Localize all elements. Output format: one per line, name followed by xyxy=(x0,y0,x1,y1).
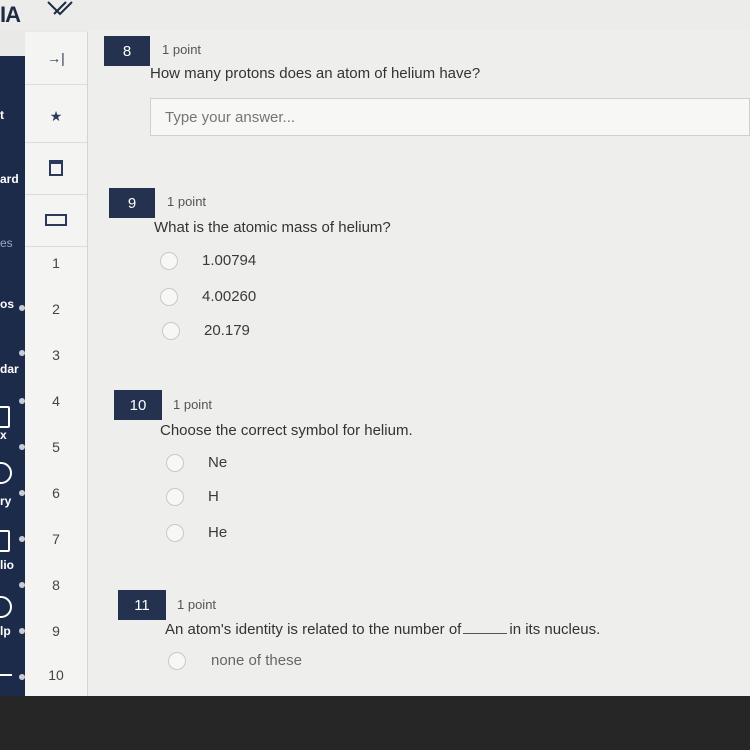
option-label[interactable]: 4.00260 xyxy=(202,288,256,305)
palette-question-9[interactable]: 9 xyxy=(25,608,87,654)
question-number-badge: 8 xyxy=(104,36,150,66)
palette-question-6[interactable]: 6 xyxy=(25,470,87,516)
option-label[interactable]: Ne xyxy=(208,454,227,471)
nav-item-label[interactable]: x xyxy=(0,428,7,442)
option-label[interactable]: none of these xyxy=(211,652,302,669)
palette-question-2[interactable]: 2 xyxy=(25,286,87,332)
answer-input[interactable] xyxy=(150,98,750,136)
option-label[interactable]: 20.179 xyxy=(204,322,250,339)
option-label[interactable]: 1.00794 xyxy=(202,252,256,269)
tools-icon[interactable] xyxy=(46,0,74,20)
help-icon xyxy=(0,596,12,618)
option-label[interactable]: H xyxy=(208,488,219,505)
nav-item-label[interactable]: es xyxy=(0,236,13,250)
menu-icon[interactable] xyxy=(0,674,12,676)
bookmark-icon[interactable] xyxy=(25,142,87,195)
question-number-badge: 9 xyxy=(109,188,155,218)
option-radio[interactable] xyxy=(168,652,186,670)
palette-question-10[interactable]: 10 xyxy=(25,652,87,698)
question-text: An atom's identity is related to the num… xyxy=(165,621,600,638)
question-text: Choose the correct symbol for helium. xyxy=(160,422,413,439)
pin-icon[interactable]: ★ xyxy=(25,90,87,143)
history-icon xyxy=(0,462,12,484)
question-text: What is the atomic mass of helium? xyxy=(154,219,391,236)
app-logo: IA xyxy=(0,2,21,27)
nav-item-label[interactable]: t xyxy=(0,108,4,122)
quiz-content: 8 1 point How many protons does an atom … xyxy=(88,30,750,696)
nav-item-label[interactable]: dar xyxy=(0,362,19,376)
option-radio[interactable] xyxy=(160,288,178,306)
nav-item-label[interactable]: ard xyxy=(0,172,19,186)
portfolio-icon xyxy=(0,530,10,552)
palette-question-7[interactable]: 7 xyxy=(25,516,87,562)
palette-question-4[interactable]: 4 xyxy=(25,378,87,424)
option-radio[interactable] xyxy=(162,322,180,340)
question-points: 1 point xyxy=(177,597,217,612)
question-points: 1 point xyxy=(167,194,207,209)
question-number-badge: 11 xyxy=(118,590,166,620)
option-radio[interactable] xyxy=(160,252,178,270)
palette-question-5[interactable]: 5 xyxy=(25,424,87,470)
answer-blank xyxy=(463,633,508,634)
nav-item-label[interactable]: ry xyxy=(0,494,11,508)
nav-item-label[interactable]: lio xyxy=(0,558,14,572)
palette-question-1[interactable]: 1 xyxy=(25,240,87,286)
question-number-badge: 10 xyxy=(114,390,162,420)
question-text: How many protons does an atom of helium … xyxy=(150,65,481,82)
palette-question-3[interactable]: 3 xyxy=(25,332,87,378)
option-label[interactable]: He xyxy=(208,524,227,541)
palette-question-8[interactable]: 8 xyxy=(25,562,87,608)
question-points: 1 point xyxy=(173,397,213,412)
inbox-icon xyxy=(0,406,10,428)
screen-bezel xyxy=(0,696,750,750)
question-text-start: An atom's identity is related to the num… xyxy=(165,621,462,638)
question-points: 1 point xyxy=(162,42,202,57)
question-text-end: in its nucleus. xyxy=(509,621,601,638)
option-radio[interactable] xyxy=(166,454,184,472)
option-radio[interactable] xyxy=(166,488,184,506)
nav-item-label[interactable]: lp xyxy=(0,624,11,638)
question-palette: →| ★ 1 2 3 4 5 6 7 8 9 10 xyxy=(19,32,88,698)
nav-item-label[interactable]: os xyxy=(0,297,14,311)
option-radio[interactable] xyxy=(166,524,184,542)
top-bar: IA xyxy=(0,0,750,30)
collapse-arrow-icon[interactable]: →| xyxy=(25,32,87,85)
